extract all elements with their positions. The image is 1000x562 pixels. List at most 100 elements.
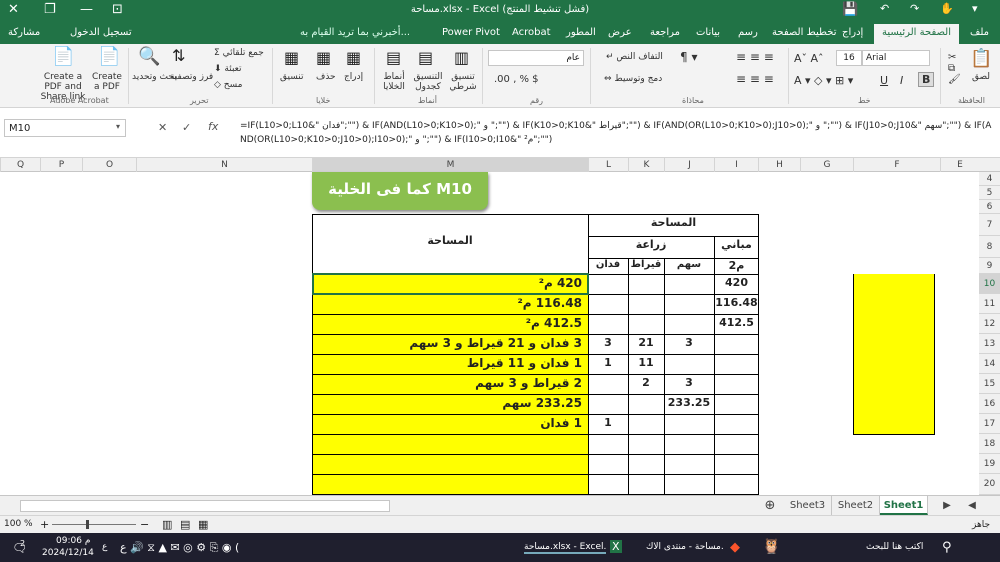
cell-m-row-15[interactable]: 2 قيراط و 3 سهم [312, 376, 588, 390]
cell-m-row-17[interactable]: 1 فدان [312, 416, 588, 430]
close-window-button[interactable]: ✕ [8, 2, 19, 17]
row-header[interactable]: 5 [979, 186, 1000, 200]
col-header-k[interactable]: K [628, 158, 664, 172]
insert-button[interactable]: إدراج [344, 72, 363, 82]
zoom-in-icon[interactable]: + [40, 518, 49, 531]
cell-m-row-13[interactable]: 3 فدان و 21 قيراط و 3 سهم [312, 336, 588, 350]
customize-qat-icon[interactable]: ▾ [972, 2, 978, 15]
tray-icons[interactable]: ع 🔊 ⧖ ▲ ✉ ◎ ⚙ ⎘ ◉ ( [120, 541, 239, 555]
touch-mode-icon[interactable]: ✋ [940, 2, 954, 15]
name-box-dropdown-icon[interactable]: ▾ [116, 122, 120, 131]
tab-acrobat[interactable]: Acrobat [512, 27, 551, 38]
col-header-p[interactable]: P [40, 158, 82, 172]
zoom-slider[interactable] [52, 524, 136, 525]
text-direction-icon[interactable]: ¶ ▾ [680, 50, 697, 64]
zoom-slider-thumb[interactable] [86, 520, 89, 529]
sign-in-link[interactable]: تسجيل الدخول [70, 27, 132, 38]
cell-j-row-16[interactable]: 233.25 [664, 396, 714, 409]
row-header[interactable]: 14 [979, 354, 1000, 374]
share-button[interactable]: مشاركة [8, 27, 40, 38]
fill-button[interactable]: ⬇ تعبئة [214, 64, 242, 74]
excel-icon[interactable]: X [610, 540, 622, 553]
col-header-j[interactable]: J [664, 158, 714, 172]
cell-i-row-11[interactable]: 116.48 [714, 296, 759, 309]
redo-icon[interactable]: ↷ [910, 2, 919, 15]
row-header[interactable]: 12 [979, 314, 1000, 334]
align-top-icon[interactable]: ≡ ≡ ≡ [736, 50, 774, 64]
align-horizontal-icons[interactable]: ≡ ≡ ≡ [736, 72, 774, 86]
page-layout-view-icon[interactable]: ▤ [180, 518, 190, 531]
cell-m-row-12[interactable]: 412.5 م² [312, 316, 588, 330]
taskbar-time[interactable]: 09:06 م [56, 536, 90, 546]
col-header-m[interactable]: M [312, 158, 588, 172]
col-header-e[interactable]: E [940, 158, 979, 172]
sheet-tab-sheet2[interactable]: Sheet2 [832, 496, 880, 515]
cell-styles-button[interactable]: أنماط الخلايا [380, 72, 408, 92]
delete-button[interactable]: حذف [316, 72, 336, 82]
row-header[interactable]: 10 [979, 274, 1000, 294]
sort-filter-button[interactable]: فرز وتصفية [170, 72, 213, 82]
enter-icon[interactable]: ✓ [182, 121, 191, 134]
row-header[interactable]: 6 [979, 200, 1000, 214]
taskbar-excel-window[interactable]: مساحة.xlsx - Excel... [524, 542, 606, 554]
wrap-text-button[interactable]: ↵ التفاف النص [606, 52, 663, 62]
tab-power-pivot[interactable]: Power Pivot [442, 27, 500, 38]
taskbar-forum-window[interactable]: مساحة - منتدى الاك... [646, 542, 724, 552]
number-format-buttons[interactable]: .00 ‚ % $ [494, 74, 538, 85]
col-header-q[interactable]: Q [0, 158, 40, 172]
cell-l-row-13[interactable]: 3 [588, 336, 628, 349]
cut-copy-icons[interactable]: ✂ ⧉ 🖌 [948, 52, 961, 85]
tab-draw[interactable]: رسم [738, 27, 758, 38]
col-header-i[interactable]: I [714, 158, 758, 172]
taskbar-search[interactable]: اكتب هنا للبحث [866, 542, 923, 552]
cell-k-row-13[interactable]: 21 [628, 336, 664, 349]
cell-k-row-14[interactable]: 11 [628, 356, 664, 369]
row-header[interactable]: 9 [979, 258, 1000, 274]
row-header[interactable]: 16 [979, 394, 1000, 414]
cell-l-row-17[interactable]: 1 [588, 416, 628, 429]
tab-review[interactable]: مراجعة [650, 27, 680, 38]
cell-j-row-15[interactable]: 3 [664, 376, 714, 389]
cell-m-row-14[interactable]: 1 فدان و 11 قيراط [312, 356, 588, 370]
tab-insert[interactable]: إدراج [842, 27, 863, 38]
col-header-g[interactable]: G [800, 158, 853, 172]
cell-l-row-14[interactable]: 1 [588, 356, 628, 369]
row-header[interactable]: 20 [979, 474, 1000, 495]
zoom-out-icon[interactable]: − [140, 518, 149, 531]
row-header[interactable]: 13 [979, 334, 1000, 354]
paste-button[interactable]: لصق [972, 72, 990, 82]
col-header-f[interactable]: F [853, 158, 940, 172]
cell-m-row-11[interactable]: 116.48 م² [312, 296, 588, 310]
font-size-buttons[interactable]: Aˇ Aˆ [794, 52, 824, 65]
page-break-view-icon[interactable]: ▥ [162, 518, 172, 531]
underline-button[interactable]: U [880, 74, 888, 87]
conditional-formatting-button[interactable]: تنسيق شرطي [446, 72, 480, 92]
tab-view[interactable]: عرض [608, 27, 632, 38]
formula-input[interactable]: =IF(L10>0;L10&" فدان";"") & IF(AND(L10>0… [240, 119, 995, 147]
autosum-button[interactable]: Σ جمع تلقائي [214, 48, 264, 58]
ribbon-display-icon[interactable]: ⊡ [112, 2, 123, 17]
normal-view-icon[interactable]: ▦ [198, 518, 208, 531]
brave-icon[interactable]: ◆ [730, 540, 740, 555]
format-as-table-button[interactable]: التنسيق كجدول [410, 72, 446, 92]
number-format-select[interactable]: عام [488, 50, 584, 66]
font-color-buttons[interactable]: A ▾ ◇ ▾ ⊞ ▾ [794, 74, 853, 87]
tab-data[interactable]: بيانات [696, 27, 720, 38]
italic-button[interactable]: I [900, 74, 903, 87]
add-sheet-icon[interactable]: ⊕ [760, 496, 780, 515]
horizontal-scrollbar[interactable] [20, 500, 390, 512]
cell-m-row-16[interactable]: 233.25 سهم [312, 396, 588, 410]
row-header[interactable]: 7 [979, 214, 1000, 236]
restore-window-button[interactable]: ❐ [44, 2, 56, 17]
minimize-window-button[interactable]: — [80, 2, 93, 17]
row-header[interactable]: 19 [979, 454, 1000, 474]
taskbar-date[interactable]: 2024/12/14 [42, 548, 94, 558]
font-size-select[interactable]: 16 [836, 50, 862, 66]
tell-me-box[interactable]: أخبرني بما تريد القيام به... [300, 27, 410, 38]
tab-home[interactable]: الصفحة الرئيسية [874, 24, 959, 44]
fx-button[interactable]: fx [208, 120, 218, 133]
col-header-h[interactable]: H [758, 158, 800, 172]
font-name-select[interactable]: Arial [862, 50, 930, 66]
worksheet-grid[interactable]: 4 5 6 7 8 9 10 11 12 13 14 15 16 17 18 1… [0, 172, 1000, 495]
search-icon[interactable]: ⚲ [942, 540, 952, 555]
